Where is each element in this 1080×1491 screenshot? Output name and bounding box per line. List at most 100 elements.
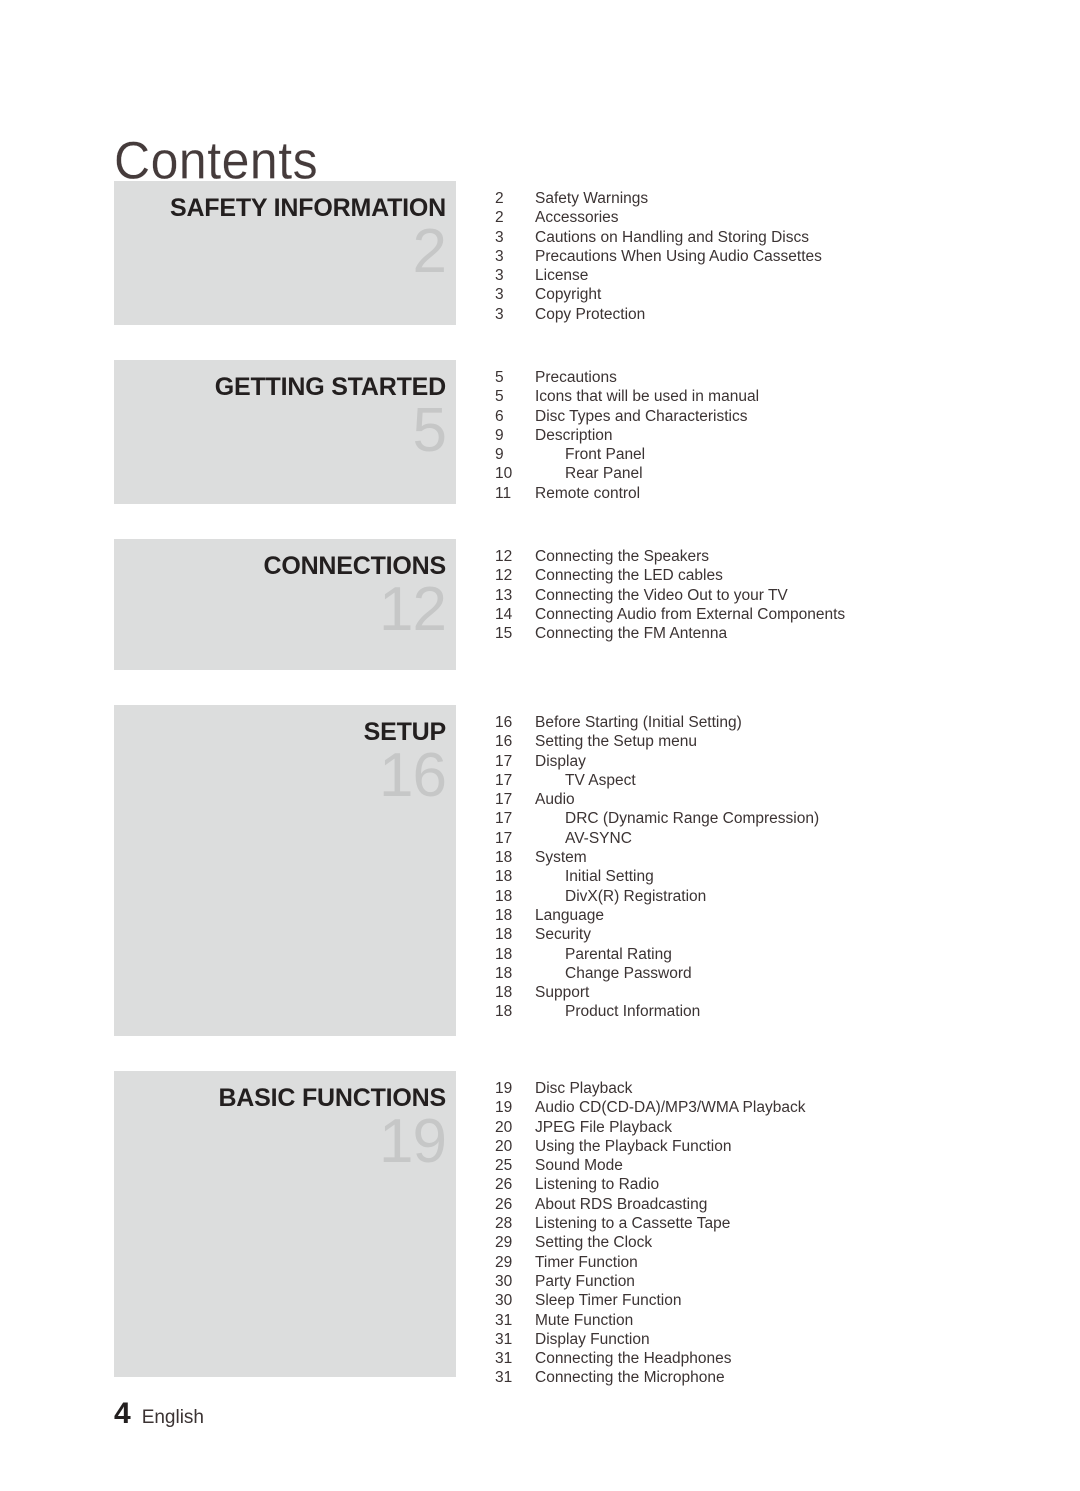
toc-entry[interactable]: 18 System [495,848,1035,867]
toc-entry[interactable]: 31 Connecting the Headphones [495,1349,1035,1368]
section-banner[interactable]: SETUP 16 [114,705,456,1036]
toc-section: GETTING STARTED 5 5 Precautions 5 Icons that … [0,360,1080,504]
toc-entry[interactable]: 18 Initial Setting [495,867,1035,886]
toc-entry[interactable]: 20 JPEG File Playback [495,1118,1035,1137]
toc-entry-page: 3 [495,228,504,246]
toc-entry-label: Parental Rating [565,945,672,963]
toc-entry[interactable]: 2 Safety Warnings [495,189,1035,208]
toc-entry-label: TV Aspect [565,771,636,789]
toc-entry-label: Description [535,426,613,444]
toc-entry[interactable]: 2 Accessories [495,208,1035,227]
toc-entry[interactable]: 31 Connecting the Microphone [495,1368,1035,1387]
toc-entry[interactable]: 17 AV-SYNC [495,829,1035,848]
section-entry-list: 2 Safety Warnings 2 Accessories 3 Cautions on… [495,189,1035,324]
toc-entry-label: Disc Playback [535,1080,633,1097]
toc-entry[interactable]: 17 Display [495,752,1035,771]
toc-entry[interactable]: 26 About RDS Broadcasting [495,1195,1035,1214]
toc-entry-label: Initial Setting [565,868,654,886]
section-banner[interactable]: SAFETY INFORMATION 2 [114,181,456,325]
section-entry-list: 19 Disc Playback 19 Audio CD(CD-DA)/MP3/WMA… [495,1079,1035,1388]
toc-entry[interactable]: 25 Sound Mode [495,1156,1035,1175]
toc-entry[interactable]: 12 Connecting the LED cables [495,566,1035,585]
toc-entry[interactable]: 12 Connecting the Speakers [495,547,1035,566]
toc-entry-page: 18 [495,945,513,963]
toc-entry[interactable]: 3 Cautions on Handling and Storing Discs [495,228,1035,247]
section-entry-list: 16 Before Starting (Initial Setting) 16 Set… [495,713,1035,1022]
toc-entry-page: 25 [495,1157,513,1175]
toc-entry[interactable]: 9 Description [495,426,1035,445]
toc-entry-page: 9 [495,446,504,464]
toc-entry[interactable]: 28 Listening to a Cassette Tape [495,1214,1035,1233]
toc-entry[interactable]: 17 TV Aspect [495,771,1035,790]
toc-entry[interactable]: 3 License [495,266,1035,285]
toc-entry-label: Precautions When Using Audio Cassettes [535,247,822,265]
toc-entry[interactable]: 17 DRC (Dynamic Range Compression) [495,809,1035,828]
toc-entry[interactable]: 30 Party Function [495,1272,1035,1291]
toc-entry[interactable]: 18 Change Password [495,964,1035,983]
toc-entry-page: 26 [495,1176,513,1194]
toc-entry-page: 16 [495,714,513,731]
toc-entry[interactable]: 17 Audio [495,790,1035,809]
toc-entry[interactable]: 5 Icons that will be used in manual [495,387,1035,406]
toc-entry-label: AV-SYNC [565,829,632,847]
toc-entry[interactable]: 19 Audio CD(CD-DA)/MP3/WMA Playback [495,1098,1035,1117]
toc-entry[interactable]: 11 Remote control [495,484,1035,503]
toc-entry[interactable]: 18 Support [495,983,1035,1002]
toc-entry[interactable]: 13 Connecting the Video Out to your TV [495,586,1035,605]
toc-entry-label: Display Function [535,1330,650,1348]
toc-entry[interactable]: 9 Front Panel [495,445,1035,464]
section-banner[interactable]: GETTING STARTED 5 [114,360,456,504]
toc-entry-page: 28 [495,1215,513,1233]
toc-entry[interactable]: 20 Using the Playback Function [495,1137,1035,1156]
toc-entry[interactable]: 29 Timer Function [495,1253,1035,1272]
toc-entry[interactable]: 5 Precautions [495,368,1035,387]
toc-entry[interactable]: 16 Before Starting (Initial Setting) [495,713,1035,732]
toc-entry[interactable]: 15 Connecting the FM Antenna [495,624,1035,643]
toc-entry-label: Connecting the Video Out to your TV [535,586,788,604]
toc-entry-page: 31 [495,1311,513,1329]
toc-entry[interactable]: 16 Setting the Setup menu [495,732,1035,751]
toc-entry[interactable]: 18 Parental Rating [495,945,1035,964]
toc-entry[interactable]: 18 Security [495,925,1035,944]
toc-entry-page: 3 [495,305,504,323]
toc-entry[interactable]: 18 Language [495,906,1035,925]
toc-entry-page: 5 [495,388,504,406]
section-banner[interactable]: BASIC FUNCTIONS 19 [114,1071,456,1377]
toc-entry-label: Copyright [535,286,602,304]
contents-page: Contents SAFETY INFORMATION 2 2 Safety Warn… [0,0,1080,1491]
toc-entry-label: Before Starting (Initial Setting) [535,714,742,731]
toc-entry[interactable]: 3 Precautions When Using Audio Cassettes [495,247,1035,266]
section-title: GETTING STARTED [214,373,446,401]
toc-entry[interactable]: 14 Connecting Audio from External Compone… [495,605,1035,624]
toc-entry-page: 31 [495,1330,513,1348]
section-title: SAFETY INFORMATION [169,194,446,222]
section-banner[interactable]: CONNECTIONS 12 [114,539,456,670]
toc-entry[interactable]: 19 Disc Playback [495,1079,1035,1098]
toc-entry[interactable]: 30 Sleep Timer Function [495,1291,1035,1310]
toc-entry[interactable]: 3 Copyright [495,285,1035,304]
toc-entry[interactable]: 10 Rear Panel [495,464,1035,483]
toc-entry-label: Connecting the LED cables [535,567,723,585]
toc-entry[interactable]: 18 DivX(R) Registration [495,887,1035,906]
toc-entry-label: DRC (Dynamic Range Compression) [565,810,820,828]
toc-entry-page: 9 [495,426,504,444]
section-start-page-number: 2 [412,217,447,287]
toc-entry-label: Product Information [565,1003,701,1021]
toc-entry[interactable]: 6 Disc Types and Characteristics [495,407,1035,426]
toc-entry-page: 13 [495,586,513,604]
toc-entry[interactable]: 26 Listening to Radio [495,1175,1035,1194]
toc-entry-label: Support [535,984,590,1002]
toc-entry-page: 19 [495,1080,513,1097]
toc-entry[interactable]: 31 Display Function [495,1330,1035,1349]
toc-entry-page: 18 [495,849,513,867]
toc-entry-label: Audio [535,791,575,809]
toc-entry-label: About RDS Broadcasting [535,1195,708,1213]
toc-entry-page: 15 [495,625,513,643]
toc-entry-label: Rear Panel [565,465,643,483]
toc-entry-page: 17 [495,752,513,770]
toc-entry[interactable]: 31 Mute Function [495,1311,1035,1330]
toc-entry[interactable]: 29 Setting the Clock [495,1233,1035,1252]
toc-entry-label: Front Panel [565,446,646,464]
toc-entry[interactable]: 3 Copy Protection [495,305,1035,324]
toc-entry[interactable]: 18 Product Information [495,1002,1035,1021]
